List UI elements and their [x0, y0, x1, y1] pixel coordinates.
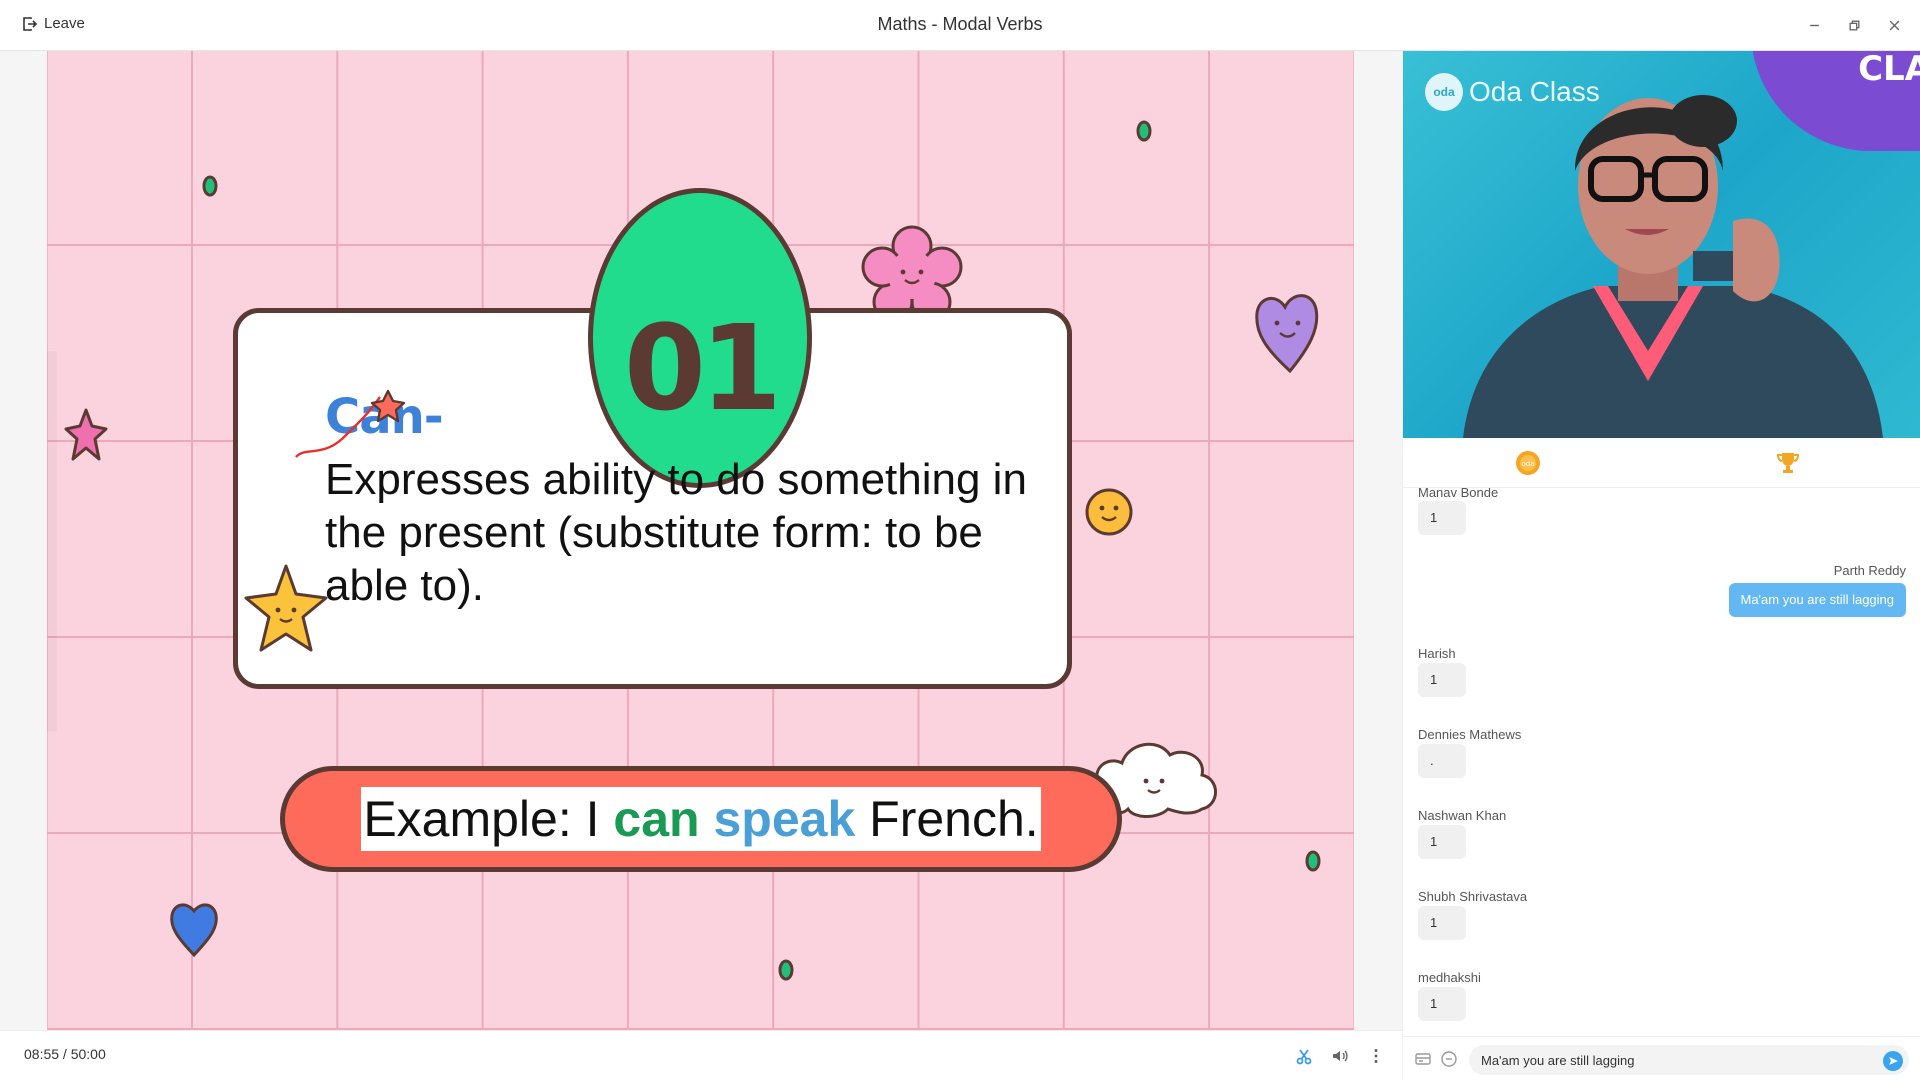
minimize-button[interactable] [1804, 15, 1824, 35]
green-dot-icon [1305, 850, 1321, 872]
chat-message-own: Ma'am you are still lagging [1728, 583, 1906, 617]
send-button[interactable] [1883, 1051, 1903, 1071]
quiz-button[interactable] [1413, 1049, 1433, 1069]
example-banner: Example: I can speak French. [280, 766, 1122, 872]
example-suffix: French. [855, 791, 1039, 847]
current-time: 08:55 [24, 1046, 60, 1062]
green-dot-icon [1136, 120, 1152, 142]
volume-button[interactable] [1329, 1045, 1351, 1067]
chat-sender-name: Dennies Mathews [1418, 727, 1522, 742]
chat-message: 1 [1418, 501, 1466, 535]
presentation-stage: 01 Can- Expresses ability to do somethin… [0, 51, 1402, 1030]
green-dot-icon [202, 175, 218, 197]
example-can-word: can [613, 791, 700, 847]
slide-edge-shadow [47, 351, 57, 731]
window-title: Maths - Modal Verbs [877, 14, 1043, 34]
title-bar: Leave Maths - Modal Verbs [0, 0, 1920, 51]
chat-sender-name: Nashwan Khan [1418, 808, 1507, 823]
chat-message: 1 [1418, 987, 1466, 1021]
chat-input[interactable] [1469, 1045, 1909, 1075]
swoosh-star-icon [295, 389, 406, 458]
leave-button[interactable]: Leave [22, 15, 85, 32]
example-prefix: Example: I [363, 791, 614, 847]
chat-message: . [1418, 744, 1466, 778]
right-panel: CLA oda Oda Class oda Manav Bonde 1 Part… [1402, 51, 1920, 1080]
time-separator: / [59, 1046, 71, 1062]
green-dot-icon [778, 959, 794, 981]
chat-list[interactable]: Manav Bonde 1 Parth Reddy Ma'am you are … [1403, 488, 1920, 1036]
teacher-video: CLA oda Oda Class [1403, 51, 1920, 438]
restore-icon [1849, 20, 1859, 30]
chat-sender-name: Shubh Shrivastava [1418, 889, 1528, 904]
slide-number: 01 [623, 299, 782, 437]
definition-text: Expresses ability to do something in the… [325, 455, 1027, 610]
blue-heart-icon [170, 903, 218, 958]
yellow-star-icon [244, 564, 328, 652]
oda-class-watermark: oda Oda Class [1425, 73, 1600, 111]
pink-star-icon [64, 408, 108, 461]
close-button[interactable] [1884, 15, 1904, 35]
chat-composer [1403, 1036, 1920, 1080]
card-icon [1415, 1053, 1431, 1065]
chat-sender-name-own: Parth Reddy [1833, 563, 1906, 578]
minimize-icon [1809, 24, 1819, 26]
playback-time: 08:55 / 50:00 [24, 1046, 106, 1062]
leave-icon [23, 16, 38, 31]
chat-message: 1 [1418, 825, 1466, 859]
playback-bar: 08:55 / 50:00 [0, 1030, 1402, 1080]
smiley-face-icon [1085, 488, 1133, 536]
oda-logo-icon: oda [1425, 73, 1463, 111]
chat-bubble-icon [1441, 1051, 1457, 1067]
duration: 50:00 [70, 1046, 106, 1062]
clip-button[interactable] [1293, 1045, 1315, 1067]
trophy-icon [1776, 453, 1800, 473]
chat-message: 1 [1418, 906, 1466, 940]
restore-button[interactable] [1844, 15, 1864, 35]
example-speak-word: speak [713, 791, 856, 847]
tab-oda-coins[interactable]: oda [1513, 448, 1543, 478]
chat-sender-name: Harish [1418, 646, 1456, 661]
tab-leaderboard[interactable] [1773, 448, 1803, 478]
chat-message: 1 [1418, 663, 1466, 697]
volume-icon [1333, 1050, 1348, 1062]
leave-label: Leave [44, 15, 85, 32]
chat-sender-name: medhakshi [1418, 970, 1481, 985]
send-icon [1889, 1057, 1898, 1065]
close-icon [1889, 20, 1899, 30]
more-options-button[interactable] [1365, 1045, 1387, 1067]
scissors-icon [1296, 1049, 1312, 1065]
emoji-button[interactable] [1439, 1049, 1459, 1069]
purple-heart-icon [1255, 294, 1319, 374]
more-vertical-icon [1374, 1049, 1378, 1063]
svg-text:oda: oda [1521, 460, 1534, 468]
panel-tabs: oda [1403, 438, 1920, 488]
example-sentence: Example: I can speak French. [361, 787, 1041, 851]
chat-sender-name: Manav Bonde [1418, 488, 1499, 500]
brand-name: Oda Class [1469, 76, 1600, 107]
slide-number-badge: 01 [588, 188, 812, 488]
oda-coin-icon: oda [1516, 451, 1540, 475]
